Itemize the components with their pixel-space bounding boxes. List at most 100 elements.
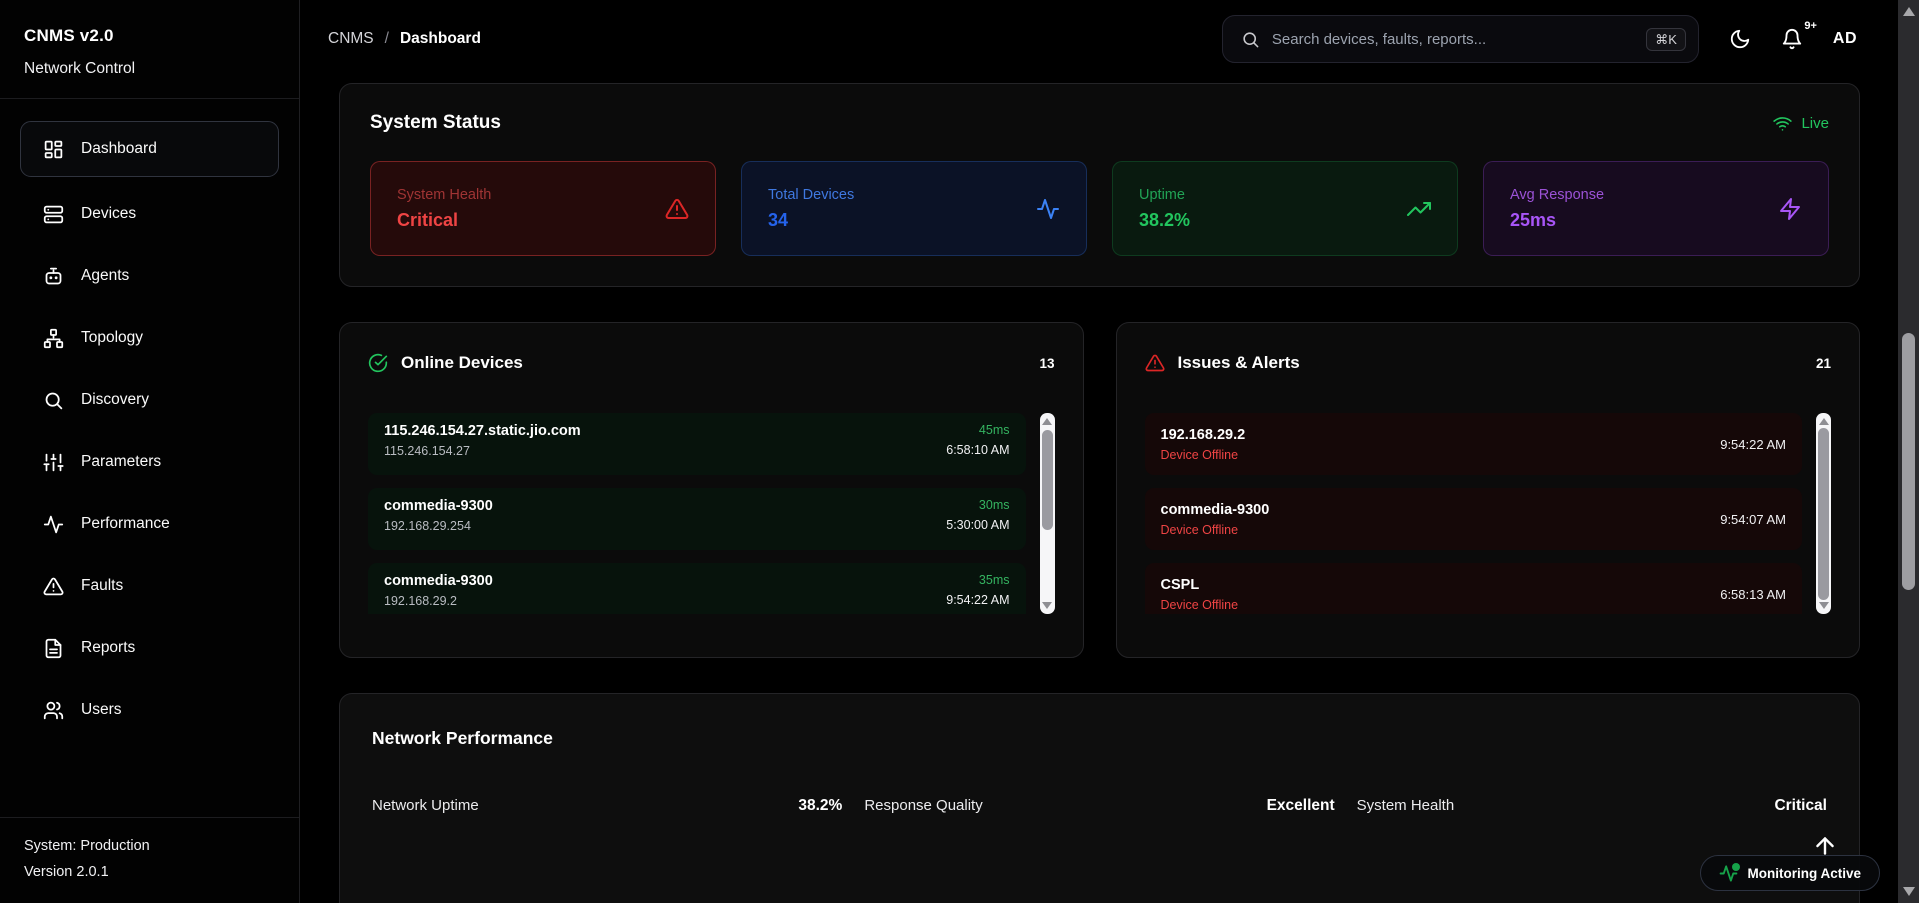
activity-pulse-icon bbox=[1719, 864, 1738, 883]
stat-card-total-devices: Total Devices 34 bbox=[741, 161, 1087, 256]
scroll-down-arrow-icon[interactable] bbox=[1903, 887, 1915, 896]
alert-row[interactable]: CSPL Device Offline 6:58:13 AM bbox=[1145, 563, 1803, 614]
zap-icon bbox=[1778, 197, 1802, 221]
online-devices-card: Online Devices 13 115.246.154.27.static.… bbox=[339, 322, 1084, 658]
sidebar-item-performance[interactable]: Performance bbox=[20, 499, 279, 549]
scrollbar-thumb[interactable] bbox=[1902, 333, 1915, 590]
sidebar-item-topology[interactable]: Topology bbox=[20, 313, 279, 363]
scrollbar-thumb[interactable] bbox=[1818, 428, 1829, 600]
activity-icon bbox=[1036, 197, 1060, 221]
sidebar-footer: System: Production Version 2.0.1 bbox=[0, 817, 299, 903]
wifi-icon bbox=[1773, 114, 1792, 133]
activity-icon bbox=[43, 514, 64, 535]
breadcrumb-separator: / bbox=[385, 30, 389, 48]
sidebar-item-users[interactable]: Users bbox=[20, 685, 279, 735]
device-row[interactable]: commedia-9300 192.168.29.2 35ms 9:54:22 … bbox=[368, 563, 1026, 614]
trending-up-icon bbox=[1407, 197, 1431, 221]
app-subtitle: Network Control bbox=[24, 60, 275, 78]
sidebar-item-label: Topology bbox=[81, 329, 143, 347]
metric-value: 38.2% bbox=[798, 797, 842, 815]
issues-alerts-scrollbar[interactable] bbox=[1816, 413, 1831, 614]
device-timestamp: 9:54:22 AM bbox=[946, 593, 1009, 607]
network-icon bbox=[43, 328, 64, 349]
topbar: CNMS / Dashboard ⌘K 9+ AD bbox=[300, 0, 1919, 78]
dark-mode-toggle[interactable] bbox=[1729, 28, 1751, 50]
alert-status: Device Offline bbox=[1161, 523, 1270, 537]
device-name: 115.246.154.27.static.jio.com bbox=[384, 423, 581, 439]
stat-label: Avg Response bbox=[1510, 187, 1604, 203]
monitoring-active-badge: Monitoring Active bbox=[1700, 855, 1881, 891]
metric-value: Critical bbox=[1774, 797, 1827, 815]
sidebar-item-devices[interactable]: Devices bbox=[20, 189, 279, 239]
sidebar-item-label: Devices bbox=[81, 205, 136, 223]
metric-label: Response Quality bbox=[864, 797, 982, 814]
page-scrollbar[interactable] bbox=[1898, 0, 1919, 903]
online-devices-list: 115.246.154.27.static.jio.com 115.246.15… bbox=[368, 413, 1026, 614]
sidebar-item-label: Users bbox=[81, 701, 121, 719]
stat-card-avg-response: Avg Response 25ms bbox=[1483, 161, 1829, 256]
stat-value: Critical bbox=[397, 210, 491, 231]
sidebar-item-dashboard[interactable]: Dashboard bbox=[20, 121, 279, 177]
global-search[interactable]: ⌘K bbox=[1222, 15, 1699, 63]
sidebar-item-reports[interactable]: Reports bbox=[20, 623, 279, 673]
notifications-button[interactable]: 9+ bbox=[1781, 28, 1803, 50]
notification-count-badge: 9+ bbox=[1804, 20, 1817, 32]
breadcrumb-root[interactable]: CNMS bbox=[328, 30, 374, 48]
live-label: Live bbox=[1801, 115, 1829, 132]
check-circle-icon bbox=[368, 353, 388, 373]
system-status-title: System Status bbox=[370, 112, 501, 134]
online-devices-title: Online Devices bbox=[401, 353, 523, 373]
alert-device-name: commedia-9300 bbox=[1161, 502, 1270, 518]
alert-device-name: 192.168.29.2 bbox=[1161, 427, 1246, 443]
sliders-icon bbox=[43, 452, 64, 473]
server-icon bbox=[43, 204, 64, 225]
sidebar-item-label: Reports bbox=[81, 639, 135, 657]
device-name: commedia-9300 bbox=[384, 498, 493, 514]
scrollbar-thumb[interactable] bbox=[1042, 430, 1053, 530]
sidebar-item-discovery[interactable]: Discovery bbox=[20, 375, 279, 425]
bot-icon bbox=[43, 266, 64, 287]
avatar[interactable]: AD bbox=[1833, 30, 1857, 48]
metric-system-health: System Health Critical bbox=[1357, 797, 1827, 815]
alert-row[interactable]: commedia-9300 Device Offline 9:54:07 AM bbox=[1145, 488, 1803, 550]
online-devices-count: 13 bbox=[1039, 356, 1054, 371]
scroll-up-arrow-icon[interactable] bbox=[1819, 418, 1829, 425]
alert-status: Device Offline bbox=[1161, 598, 1239, 612]
issues-alerts-count: 21 bbox=[1816, 356, 1831, 371]
device-row[interactable]: 115.246.154.27.static.jio.com 115.246.15… bbox=[368, 413, 1026, 475]
stat-card-uptime: Uptime 38.2% bbox=[1112, 161, 1458, 256]
scroll-up-arrow-icon[interactable] bbox=[1903, 7, 1915, 16]
stat-label: System Health bbox=[397, 187, 491, 203]
device-timestamp: 6:58:10 AM bbox=[946, 443, 1009, 457]
network-performance-card: Network Performance Network Uptime 38.2%… bbox=[339, 693, 1860, 903]
stat-label: Total Devices bbox=[768, 187, 854, 203]
sidebar-item-label: Faults bbox=[81, 577, 123, 595]
alert-triangle-icon bbox=[1145, 353, 1165, 373]
alert-timestamp: 6:58:13 AM bbox=[1720, 587, 1786, 602]
scroll-up-arrow-icon[interactable] bbox=[1042, 418, 1052, 425]
device-ip: 115.246.154.27 bbox=[384, 444, 581, 458]
alert-row[interactable]: 192.168.29.2 Device Offline 9:54:22 AM bbox=[1145, 413, 1803, 475]
bell-icon bbox=[1781, 28, 1803, 50]
alert-triangle-icon bbox=[43, 576, 64, 597]
search-input[interactable] bbox=[1272, 31, 1646, 48]
issues-alerts-list: 192.168.29.2 Device Offline 9:54:22 AM c… bbox=[1145, 413, 1803, 614]
file-text-icon bbox=[43, 638, 64, 659]
device-row[interactable]: commedia-9300 192.168.29.254 30ms 5:30:0… bbox=[368, 488, 1026, 550]
scroll-down-arrow-icon[interactable] bbox=[1042, 602, 1052, 609]
online-devices-scrollbar[interactable] bbox=[1040, 413, 1055, 614]
stat-label: Uptime bbox=[1139, 187, 1190, 203]
scroll-down-arrow-icon[interactable] bbox=[1819, 602, 1829, 609]
device-timestamp: 5:30:00 AM bbox=[946, 518, 1009, 532]
sidebar-item-faults[interactable]: Faults bbox=[20, 561, 279, 611]
breadcrumb-current: Dashboard bbox=[400, 30, 481, 48]
layout-dashboard-icon bbox=[43, 139, 64, 160]
sidebar-item-parameters[interactable]: Parameters bbox=[20, 437, 279, 487]
stat-value: 38.2% bbox=[1139, 210, 1190, 231]
alert-timestamp: 9:54:22 AM bbox=[1720, 437, 1786, 452]
device-latency: 45ms bbox=[946, 423, 1009, 437]
sidebar-item-agents[interactable]: Agents bbox=[20, 251, 279, 301]
sidebar-item-label: Agents bbox=[81, 267, 129, 285]
sidebar-nav: Dashboard Devices Agents Topology Discov… bbox=[0, 99, 299, 735]
metric-value: Excellent bbox=[1267, 797, 1335, 815]
